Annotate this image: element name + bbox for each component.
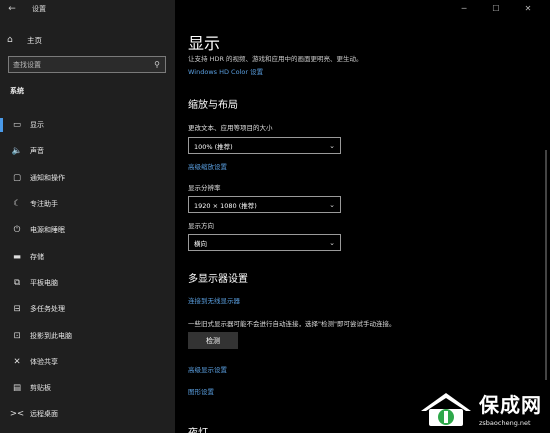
monitor-icon: ▭: [12, 120, 22, 131]
sidebar-item-tablet[interactable]: ⧉ 平板电脑: [0, 270, 175, 296]
tablet-icon: ⧉: [13, 277, 21, 288]
title-bar: ← 设置: [0, 0, 175, 18]
close-icon[interactable]: ✕: [512, 2, 544, 16]
chevron-down-icon: ⌄: [329, 141, 335, 150]
sidebar-item-storage[interactable]: ▬ 存储: [0, 243, 175, 269]
scrollbar[interactable]: [545, 150, 547, 380]
watermark-domain: zsbaocheng.net: [479, 419, 531, 427]
hd-color-settings-link[interactable]: Windows HD Color 设置: [188, 66, 263, 76]
scale-layout-heading: 缩放与布局: [188, 100, 238, 111]
detect-button[interactable]: 检测: [188, 332, 238, 349]
speaker-icon: 🔈: [11, 146, 23, 157]
advanced-display-settings-link[interactable]: 高级显示设置: [188, 364, 227, 374]
search-input[interactable]: [9, 60, 149, 69]
search-icon[interactable]: ⚲: [149, 60, 165, 69]
search-box[interactable]: ⚲: [8, 56, 166, 73]
orientation-value: 横向: [194, 239, 207, 248]
sidebar-item-label: 剪贴板: [30, 384, 51, 393]
shared-experiences-icon: ✕: [13, 356, 21, 367]
maximize-icon[interactable]: ☐: [480, 2, 512, 16]
resolution-label: 显示分辨率: [188, 184, 221, 192]
clipboard-icon: ▤: [12, 383, 22, 394]
sidebar-item-label: 存储: [30, 252, 44, 261]
sidebar-item-home[interactable]: ⌂ 主页: [0, 32, 175, 48]
power-icon: ⏻: [13, 225, 21, 236]
sidebar-item-label: 远程桌面: [30, 410, 58, 419]
sidebar-item-clipboard[interactable]: ▤ 剪贴板: [0, 375, 175, 401]
page-title: 显示: [188, 34, 221, 53]
sidebar-item-label: 主页: [27, 35, 42, 45]
minimize-icon[interactable]: ─: [448, 2, 480, 16]
sidebar-item-projecting[interactable]: ⊡ 投影到此电脑: [0, 322, 175, 348]
multitasking-icon: ⊟: [13, 304, 21, 315]
detect-note: 一些旧式显示器可能不会进行自动连接，选择"检测"即可尝试手动连接。: [188, 320, 396, 328]
house-logo-icon: [421, 393, 471, 426]
multi-display-heading: 多显示器设置: [188, 274, 248, 285]
resolution-value: 1920 × 1080 (推荐): [194, 201, 257, 210]
sidebar-item-sound[interactable]: 🔈 声音: [0, 138, 175, 164]
sidebar-item-label: 平板电脑: [30, 278, 58, 287]
notification-icon: ▢: [12, 172, 22, 183]
connect-wireless-display-link[interactable]: 连接到无线显示器: [188, 295, 240, 305]
sidebar-item-label: 声音: [30, 147, 44, 156]
orientation-dropdown[interactable]: 横向 ⌄: [188, 234, 341, 251]
chevron-down-icon: ⌄: [329, 200, 335, 209]
moon-icon: ☾: [13, 199, 21, 210]
back-arrow-icon[interactable]: ←: [0, 4, 24, 14]
window-controls: ─ ☐ ✕: [448, 2, 544, 16]
projector-icon: ⊡: [13, 330, 21, 341]
hdr-description: 让支持 HDR 的视频、游戏和应用中的画面更明亮、更生动。: [188, 55, 363, 63]
sidebar-item-label: 通知和操作: [30, 173, 65, 182]
chevron-down-icon: ⌄: [329, 238, 335, 247]
orientation-label: 显示方向: [188, 222, 214, 230]
sidebar-item-label: 电源和睡眠: [30, 226, 65, 235]
storage-icon: ▬: [12, 251, 22, 262]
main-content: ─ ☐ ✕ 显示 让支持 HDR 的视频、游戏和应用中的画面更明亮、更生动。 W…: [175, 0, 550, 433]
watermark: 保成网 zsbaocheng.net: [417, 389, 542, 427]
graphics-settings-link[interactable]: 图形设置: [188, 386, 214, 396]
sidebar-item-multitasking[interactable]: ⊟ 多任务处理: [0, 296, 175, 322]
watermark-brand: 保成网: [479, 393, 542, 417]
scale-label: 更改文本、应用等项目的大小: [188, 124, 273, 132]
sidebar-item-focus-assist[interactable]: ☾ 专注助手: [0, 191, 175, 217]
home-icon: ⌂: [7, 35, 13, 45]
sidebar-item-shared-experiences[interactable]: ✕ 体验共享: [0, 349, 175, 375]
scale-dropdown[interactable]: 100% (推荐) ⌄: [188, 137, 341, 154]
sidebar-item-power-sleep[interactable]: ⏻ 电源和睡眠: [0, 217, 175, 243]
window-title: 设置: [32, 5, 46, 13]
sidebar-item-label: 投影到此电脑: [30, 331, 72, 340]
sidebar-item-notifications[interactable]: ▢ 通知和操作: [0, 165, 175, 191]
sidebar-item-label: 体验共享: [30, 357, 58, 366]
advanced-scaling-link[interactable]: 高级缩放设置: [188, 161, 227, 171]
sidebar-item-remote-desktop[interactable]: >< 远程桌面: [0, 401, 175, 427]
sidebar-item-display[interactable]: ▭ 显示: [0, 112, 175, 138]
scale-value: 100% (推荐): [194, 142, 233, 151]
sidebar-nav: ▭ 显示 🔈 声音 ▢ 通知和操作 ☾ 专注助手 ⏻ 电源和睡眠 ▬ 存储 ⧉ …: [0, 112, 175, 428]
sidebar-item-label: 多任务处理: [30, 305, 65, 314]
sidebar-item-label: 专注助手: [30, 200, 58, 209]
sidebar: ← 设置 ⌂ 主页 ⚲ 系统 ▭ 显示 🔈 声音 ▢ 通知和操作 ☾ 专注助手 …: [0, 0, 175, 433]
night-light-heading: 夜灯: [188, 424, 208, 433]
resolution-dropdown[interactable]: 1920 × 1080 (推荐) ⌄: [188, 196, 341, 213]
section-heading-system: 系统: [10, 87, 24, 95]
sidebar-item-label: 显示: [30, 121, 44, 130]
remote-desktop-icon: ><: [9, 409, 25, 420]
